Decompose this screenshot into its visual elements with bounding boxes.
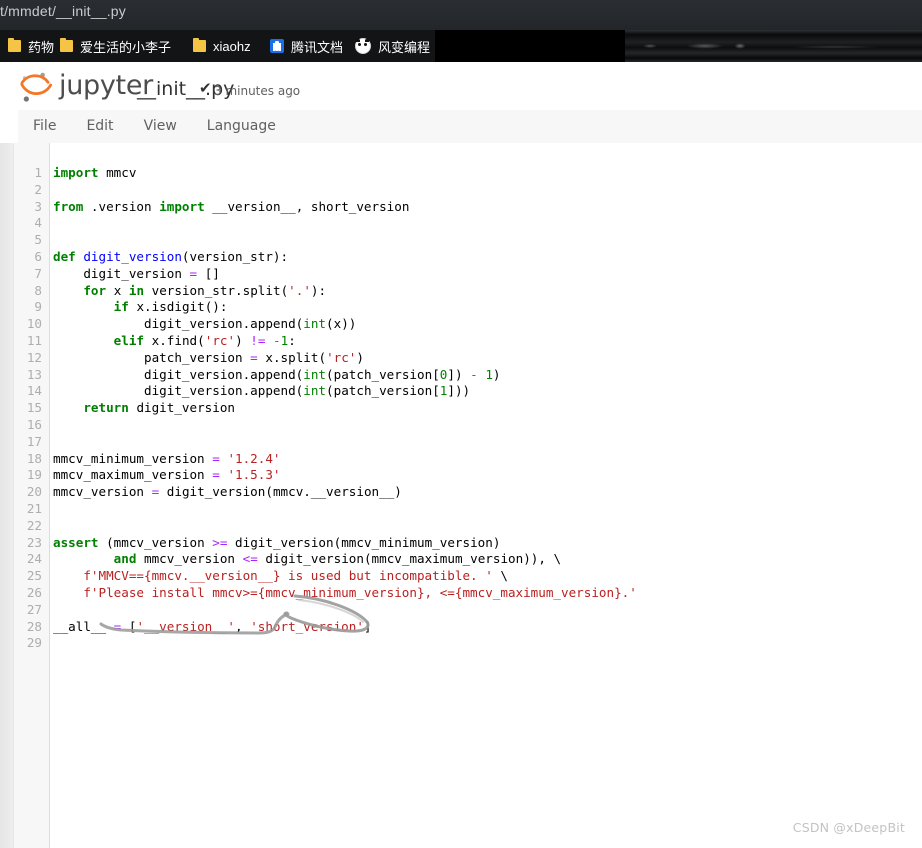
line-number: 19 xyxy=(26,467,42,483)
tencent-docs-icon xyxy=(270,39,284,53)
line-number: 15 xyxy=(26,400,42,416)
line-number: 20 xyxy=(26,484,42,500)
folder-icon xyxy=(60,38,73,52)
line-number: 9 xyxy=(34,299,42,315)
jupyter-logo-icon xyxy=(20,72,52,102)
line-number: 13 xyxy=(26,366,42,382)
line-number-gutter: 1 2 3 4 5 6 7 8 9 10 11 12 13 14 15 16 17 18 19 20 21 22 23 24 2… xyxy=(14,143,50,848)
bookmark-label: 风变编程 xyxy=(378,39,431,55)
line-number: 11 xyxy=(26,332,42,348)
saved-check-icon: ✔ xyxy=(199,80,212,97)
line-number: 25 xyxy=(26,568,42,584)
code-line[interactable]: for x in version_str.split('.'): xyxy=(53,283,922,300)
code-line[interactable]: assert (mmcv_version >= digit_version(mm… xyxy=(53,535,922,552)
line-number: 29 xyxy=(26,635,42,651)
code-line[interactable]: elif x.find('rc') != -1: xyxy=(53,333,922,350)
line-number: 22 xyxy=(26,517,42,533)
line-number: 26 xyxy=(26,584,42,600)
line-number: 2 xyxy=(34,181,42,197)
bookmark-label: 腾讯文档 xyxy=(291,39,344,55)
bookmark-label: xiaohz xyxy=(213,38,251,54)
line-number: 3 xyxy=(34,198,42,214)
folder-icon xyxy=(193,38,206,52)
last-saved-status: 3 minutes ago xyxy=(214,84,301,98)
line-number: 4 xyxy=(34,215,42,231)
line-number: 12 xyxy=(26,349,42,365)
menu-item-edit[interactable]: Edit xyxy=(71,110,128,143)
menu-item-view[interactable]: View xyxy=(129,110,192,143)
code-line[interactable]: f'MMCV=={mmcv.__version__} is used but i… xyxy=(53,568,922,585)
menu-item-file[interactable]: File xyxy=(18,110,71,143)
line-number: 21 xyxy=(26,500,42,516)
blurred-artifacts xyxy=(435,40,922,52)
line-number: 18 xyxy=(26,450,42,466)
editor-left-shadow xyxy=(0,143,14,848)
code-line[interactable]: from .version import __version__, short_… xyxy=(53,199,922,216)
code-line[interactable] xyxy=(53,635,922,652)
browser-tabstrip[interactable]: t/mmdet/__init__.py xyxy=(0,0,922,30)
code-line[interactable]: and mmcv_version <= digit_version(mmcv_m… xyxy=(53,551,922,568)
line-number: 6 xyxy=(34,248,42,264)
bookmark-fengbian[interactable]: 风变编程 xyxy=(355,30,430,62)
line-number: 16 xyxy=(26,416,42,432)
menu-item-language[interactable]: Language xyxy=(192,110,291,143)
line-number: 14 xyxy=(26,383,42,399)
code-line[interactable]: digit_version.append(int(patch_version[1… xyxy=(53,383,922,400)
bookmark-tencent-docs[interactable]: 腾讯文档 xyxy=(270,30,343,62)
menu-bar-items: File Edit View Language xyxy=(18,110,291,143)
code-line[interactable]: digit_version.append(int(x)) xyxy=(53,316,922,333)
line-number: 5 xyxy=(34,232,42,248)
menu-bar-left-spacer xyxy=(0,110,18,143)
jupyter-logo-link[interactable]: jupyter xyxy=(18,70,153,104)
bookmark-label: 爱生活的小李子 xyxy=(80,39,172,55)
code-line[interactable] xyxy=(53,518,922,535)
code-line[interactable] xyxy=(53,434,922,451)
line-numbers: 1 2 3 4 5 6 7 8 9 10 11 12 13 14 15 16 17 18 19 20 21 22 23 24 2… xyxy=(14,165,49,652)
bookmark-aishenghuo[interactable]: 爱生活的小李子 xyxy=(60,30,171,62)
code-line[interactable]: return digit_version xyxy=(53,400,922,417)
browser-tab-title[interactable]: t/mmdet/__init__.py xyxy=(0,3,126,19)
bookmark-yaowu[interactable]: 药物 xyxy=(8,30,54,62)
code-line[interactable]: def digit_version(version_str): xyxy=(53,249,922,266)
browser-chrome: t/mmdet/__init__.py 药物 爱生活的小李子 xiaohz 腾讯… xyxy=(0,0,922,62)
bookmarks-bar-blurred-region xyxy=(435,30,922,62)
code-line[interactable]: if x.isdigit(): xyxy=(53,299,922,316)
csdn-watermark: CSDN @xDeepBit xyxy=(792,820,905,835)
folder-icon xyxy=(8,38,21,52)
bookmark-label: 药物 xyxy=(28,39,55,55)
line-number: 7 xyxy=(34,265,42,281)
code-line[interactable]: mmcv_maximum_version = '1.5.3' xyxy=(53,467,922,484)
panda-icon xyxy=(355,38,371,54)
line-number: 23 xyxy=(26,534,42,550)
line-number: 17 xyxy=(26,433,42,449)
code-line[interactable] xyxy=(53,602,922,619)
editor-card[interactable]: 1 2 3 4 5 6 7 8 9 10 11 12 13 14 15 16 17 18 19 20 21 22 23 24 2… xyxy=(14,143,922,848)
code-line[interactable] xyxy=(53,215,922,232)
line-number: 8 xyxy=(34,282,42,298)
code-line[interactable]: import mmcv xyxy=(53,165,922,182)
code-line[interactable] xyxy=(53,182,922,199)
line-number: 1 xyxy=(34,165,42,180)
code-text-area[interactable]: import mmcv from .version import __versi… xyxy=(50,165,922,652)
code-line[interactable]: mmcv_minimum_version = '1.2.4' xyxy=(53,451,922,468)
code-line[interactable]: digit_version = [] xyxy=(53,266,922,283)
menu-bar: File Edit View Language xyxy=(0,110,922,144)
line-number: 24 xyxy=(26,551,42,567)
code-line[interactable]: f'Please install mmcv>={mmcv_minimum_ver… xyxy=(53,585,922,602)
bookmark-xiaohz[interactable]: xiaohz xyxy=(193,30,251,62)
code-line[interactable] xyxy=(53,501,922,518)
line-number: 28 xyxy=(26,618,42,634)
line-number: 10 xyxy=(26,316,42,332)
code-line[interactable]: digit_version.append(int(patch_version[0… xyxy=(53,367,922,384)
jupyter-header: jupyter __init__.py ✔ 3 minutes ago xyxy=(0,62,922,111)
line-number: 27 xyxy=(26,601,42,617)
code-line[interactable] xyxy=(53,417,922,434)
code-line[interactable]: patch_version = x.split('rc') xyxy=(53,350,922,367)
code-line[interactable] xyxy=(53,232,922,249)
code-line[interactable]: mmcv_version = digit_version(mmcv.__vers… xyxy=(53,484,922,501)
editor-region: 1 2 3 4 5 6 7 8 9 10 11 12 13 14 15 16 17 18 19 20 21 22 23 24 2… xyxy=(0,143,922,848)
editor-top-padding xyxy=(14,143,922,157)
code-line[interactable]: __all__ = ['__version__', 'short_version… xyxy=(53,619,922,636)
